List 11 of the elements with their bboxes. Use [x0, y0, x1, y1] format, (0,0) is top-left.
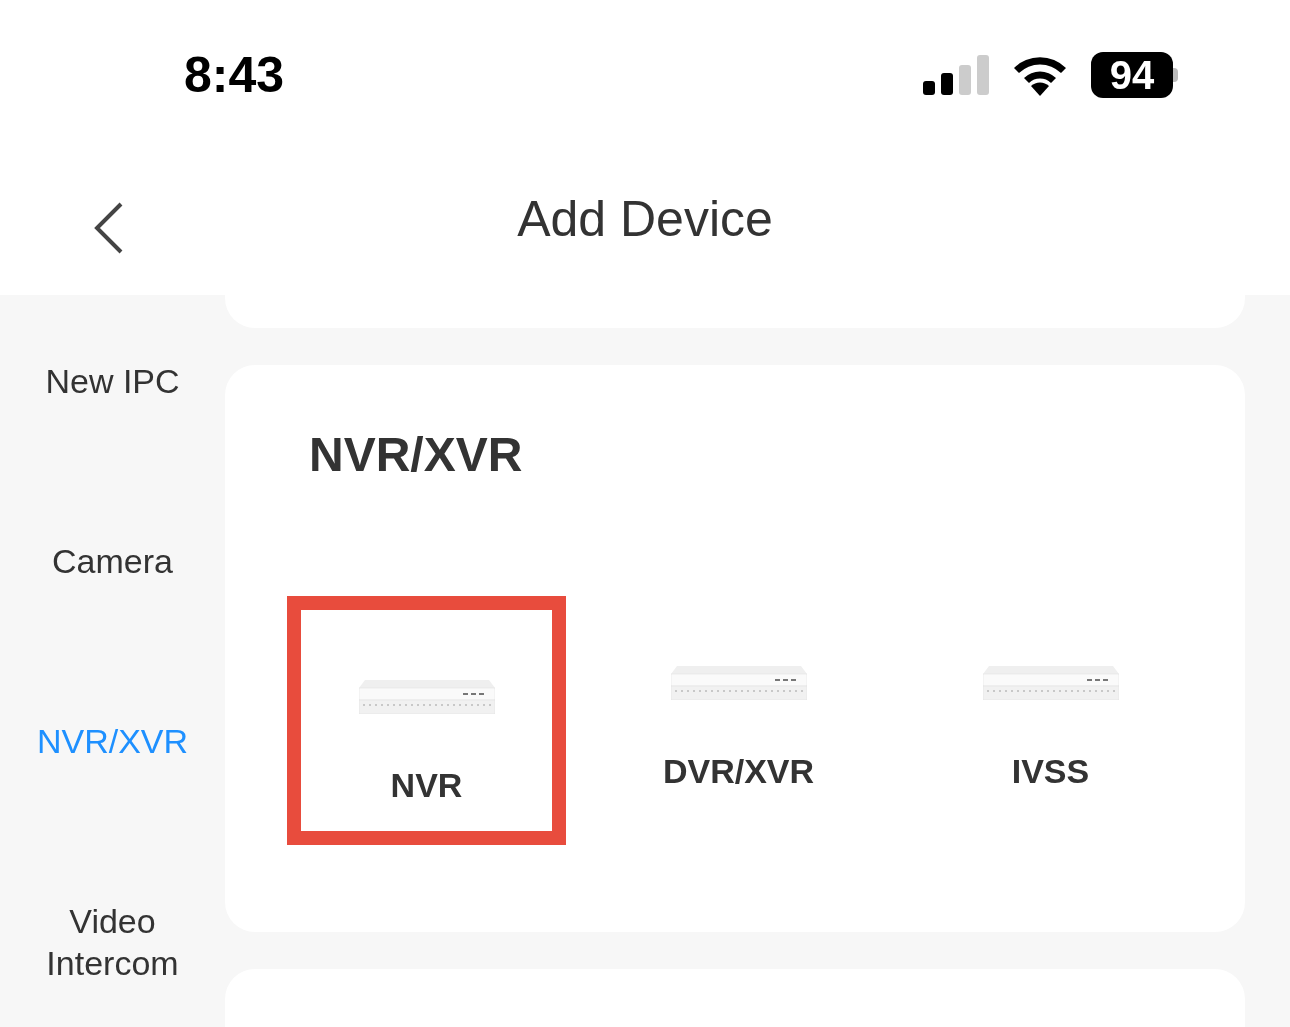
device-option[interactable]: IVSS	[911, 596, 1190, 845]
signal-icon	[923, 55, 989, 95]
back-icon[interactable]	[94, 202, 124, 254]
section-title: NVR/XVR	[309, 427, 524, 483]
page-title: Add Device	[517, 190, 773, 249]
category-item[interactable]: Camera	[22, 540, 203, 582]
status-time: 8:43	[184, 45, 285, 105]
category-item[interactable]: New IPC	[22, 360, 203, 402]
device-option[interactable]: NVR	[287, 596, 566, 845]
device-option[interactable]: DVR/XVR	[599, 596, 878, 845]
category-item[interactable]: Video Intercom	[22, 900, 203, 984]
